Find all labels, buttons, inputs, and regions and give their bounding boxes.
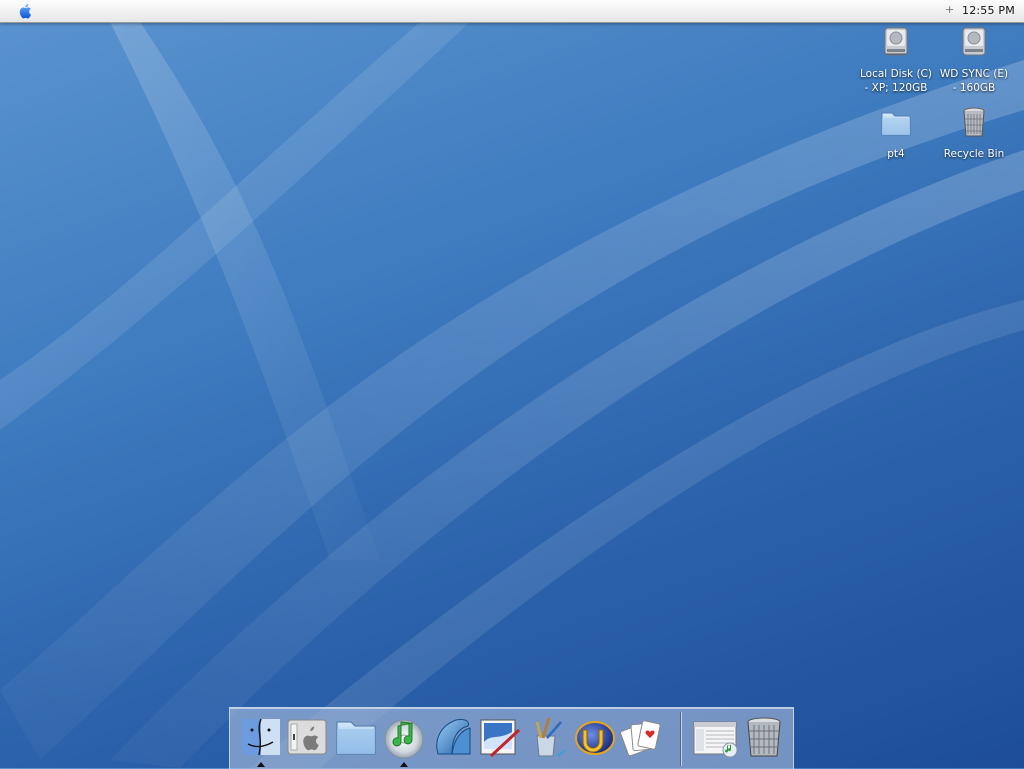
dock-item-folder[interactable]: [334, 714, 378, 760]
dock-separator: [680, 712, 681, 766]
brushes-icon: [535, 717, 566, 757]
dock-item-itunes[interactable]: [382, 714, 426, 760]
dock: [229, 707, 794, 769]
label-line: - 160GB: [952, 82, 996, 94]
dock-item-system-preferences[interactable]: [285, 714, 329, 760]
finder-icon: [242, 718, 280, 756]
menu-bar: + 12:55 PM: [0, 0, 1024, 23]
desktop-icon-pt4-folder[interactable]: pt4: [857, 105, 935, 161]
music-window-icon: [693, 721, 738, 758]
apple-panel-icon: [287, 719, 327, 755]
running-indicator: [400, 762, 408, 767]
picture-editor-icon: [480, 719, 521, 758]
label-line: Local Disk (C): [860, 68, 932, 80]
apple-logo-icon[interactable]: [17, 2, 35, 20]
dock-item-music-window[interactable]: [692, 714, 740, 760]
dock-item-solitaire[interactable]: [620, 714, 664, 760]
hard-drive-icon: [962, 27, 986, 56]
cards-icon: [620, 720, 661, 757]
itunes-icon: [384, 719, 424, 759]
desktop-icon-wd-sync[interactable]: WD SYNC (E) - 160GB: [935, 25, 1013, 95]
dock-item-paint-tools[interactable]: [525, 714, 569, 760]
trash-icon: [963, 107, 985, 137]
unreal-icon: [575, 721, 615, 755]
desktop-icon-recycle-bin[interactable]: Recycle Bin: [935, 105, 1013, 161]
desktop-icon-label: WD SYNC (E) - 160GB: [935, 67, 1013, 95]
dock-item-unreal-tournament[interactable]: [573, 714, 617, 760]
dock-item-trash[interactable]: [742, 714, 786, 760]
dock-item-finder[interactable]: [239, 714, 283, 760]
blue-shell-icon: [436, 719, 471, 755]
dock-item-picture-editor[interactable]: [477, 714, 521, 760]
menu-clock[interactable]: 12:55 PM: [962, 4, 1015, 17]
running-indicator: [257, 762, 265, 767]
desktop-icon-local-disk[interactable]: Local Disk (C) - XP; 120GB: [857, 25, 935, 95]
folder-icon: [881, 112, 911, 136]
desktop-icon-label: Recycle Bin: [943, 148, 1005, 160]
trash-icon: [747, 717, 781, 757]
label-line: WD SYNC (E): [939, 68, 1009, 80]
desktop-icon-label: pt4: [887, 148, 905, 160]
hard-drive-icon: [884, 27, 908, 56]
dock-item-application[interactable]: [430, 714, 474, 760]
desktop-icon-label: Local Disk (C) - XP; 120GB: [857, 67, 935, 95]
menu-extra-icon[interactable]: +: [945, 3, 954, 16]
folder-icon: [336, 721, 376, 755]
label-line: - XP; 120GB: [864, 82, 928, 94]
